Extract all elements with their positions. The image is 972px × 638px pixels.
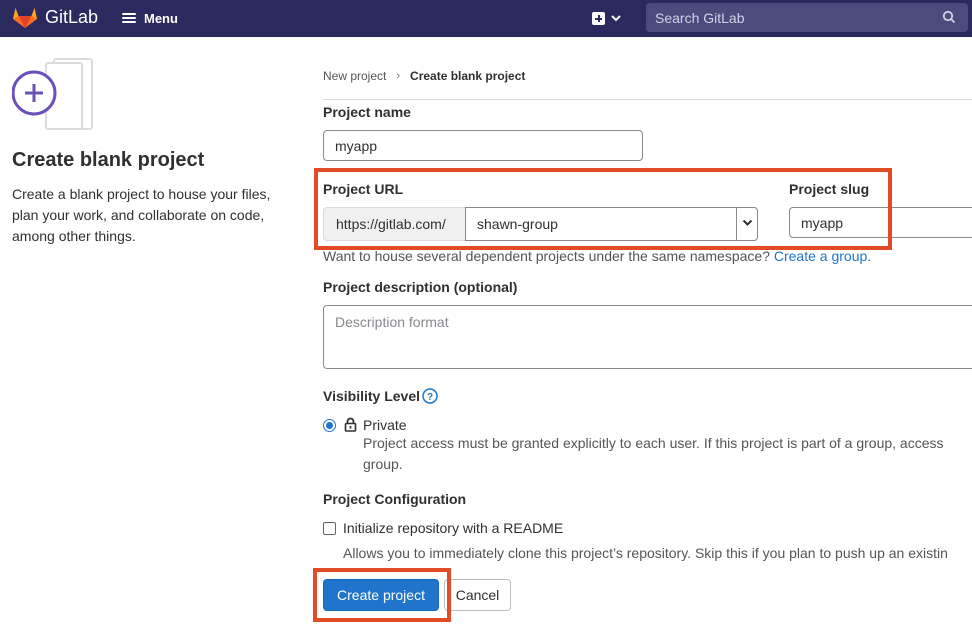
search-icon: [942, 10, 956, 24]
hamburger-icon: [122, 12, 136, 24]
chevron-down-icon: [611, 14, 621, 21]
svg-text:?: ?: [427, 392, 433, 403]
url-prefix-text: https://gitlab.com/: [336, 216, 446, 232]
readme-label[interactable]: Initialize repository with a README: [343, 520, 563, 536]
project-slug-value: myapp: [801, 214, 844, 231]
question-circle-icon[interactable]: ?: [422, 388, 438, 404]
blank-project-illustration-icon: [12, 58, 93, 130]
project-slug-label: Project slug: [789, 181, 870, 197]
project-url-label: Project URL: [323, 181, 404, 197]
visibility-private-radio[interactable]: [323, 419, 336, 432]
namespace-select[interactable]: shawn-group: [465, 207, 758, 241]
description-textarea[interactable]: Description format: [323, 305, 972, 369]
description-label: Project description (optional): [323, 279, 518, 295]
readme-checkbox[interactable]: [323, 522, 336, 535]
left-panel-description: Create a blank project to house your fil…: [12, 186, 271, 244]
visibility-private-description: Project access must be granted explicitl…: [363, 433, 972, 475]
search-placeholder: Search GitLab: [655, 9, 745, 26]
cancel-label: Cancel: [455, 587, 500, 603]
project-slug-input[interactable]: myapp: [789, 207, 972, 238]
breadcrumb-separator-icon: ›: [396, 70, 401, 82]
namespace-dropdown-toggle[interactable]: [736, 208, 757, 240]
visibility-private-label: Private: [363, 417, 407, 433]
visibility-private-desc-line1: Project access must be granted explicitl…: [363, 435, 944, 451]
chevron-down-icon: [742, 219, 753, 226]
breadcrumb-divider: [323, 99, 972, 100]
visibility-label: Visibility Level: [323, 388, 421, 404]
gitlab-logo-icon[interactable]: [12, 5, 38, 29]
create-project-label: Create project: [337, 587, 425, 603]
url-prefix: https://gitlab.com/: [323, 207, 466, 241]
create-group-link[interactable]: Create a group.: [774, 248, 871, 264]
new-dropdown-button[interactable]: [592, 9, 628, 27]
project-name-value: myapp: [335, 137, 378, 154]
namespace-help-message: Want to house several dependent projects…: [323, 248, 770, 264]
namespace-help-text: Want to house several dependent projects…: [323, 248, 871, 264]
cancel-button[interactable]: Cancel: [444, 579, 511, 611]
plus-square-icon: [592, 11, 605, 25]
menu-label: Menu: [144, 10, 178, 26]
breadcrumb: New project › Create blank project: [323, 69, 525, 83]
project-name-input[interactable]: myapp: [323, 130, 643, 161]
project-name-label: Project name: [323, 104, 411, 120]
top-navbar: GitLab Menu Search GitLab: [0, 0, 972, 37]
menu-button[interactable]: Menu: [122, 8, 178, 28]
visibility-private-desc-line2: group.: [363, 456, 403, 472]
search-input[interactable]: Search GitLab: [646, 3, 968, 32]
brand-name[interactable]: GitLab: [45, 7, 98, 28]
left-panel-title: Create blank project: [12, 149, 205, 171]
lock-icon: [344, 417, 357, 432]
project-config-label: Project Configuration: [323, 491, 467, 507]
readme-help-text: Allows you to immediately clone this pro…: [343, 545, 948, 561]
breadcrumb-new-project[interactable]: New project: [323, 69, 386, 83]
create-project-button[interactable]: Create project: [323, 579, 439, 611]
namespace-value: shawn-group: [477, 216, 558, 232]
description-placeholder: Description format: [335, 314, 449, 330]
breadcrumb-current: Create blank project: [410, 69, 526, 83]
